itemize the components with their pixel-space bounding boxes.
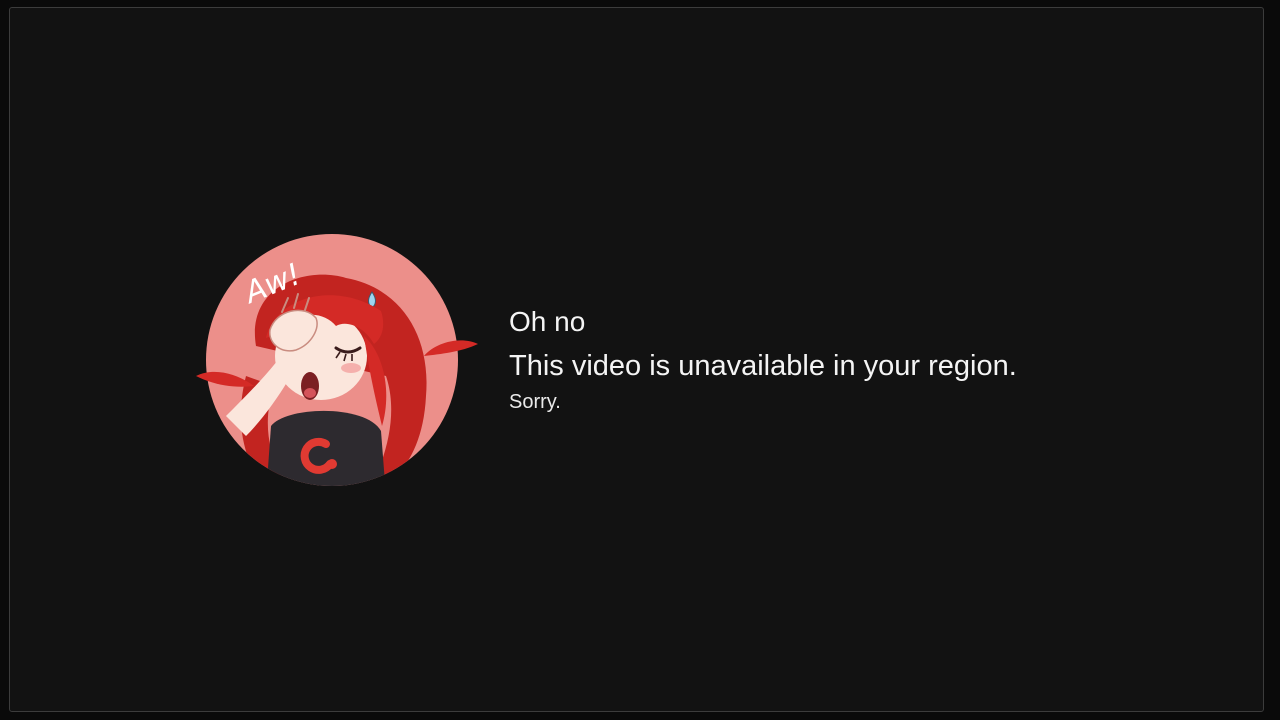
- error-subtext: Sorry.: [509, 391, 561, 413]
- shirt: [266, 410, 386, 486]
- error-title: Oh no: [509, 306, 586, 337]
- error-headline: This video is unavailable in your region…: [509, 350, 1017, 382]
- facepalm-mascot-icon: Aw!: [196, 234, 478, 486]
- error-message: Oh no This video is unavailable in your …: [509, 302, 1017, 416]
